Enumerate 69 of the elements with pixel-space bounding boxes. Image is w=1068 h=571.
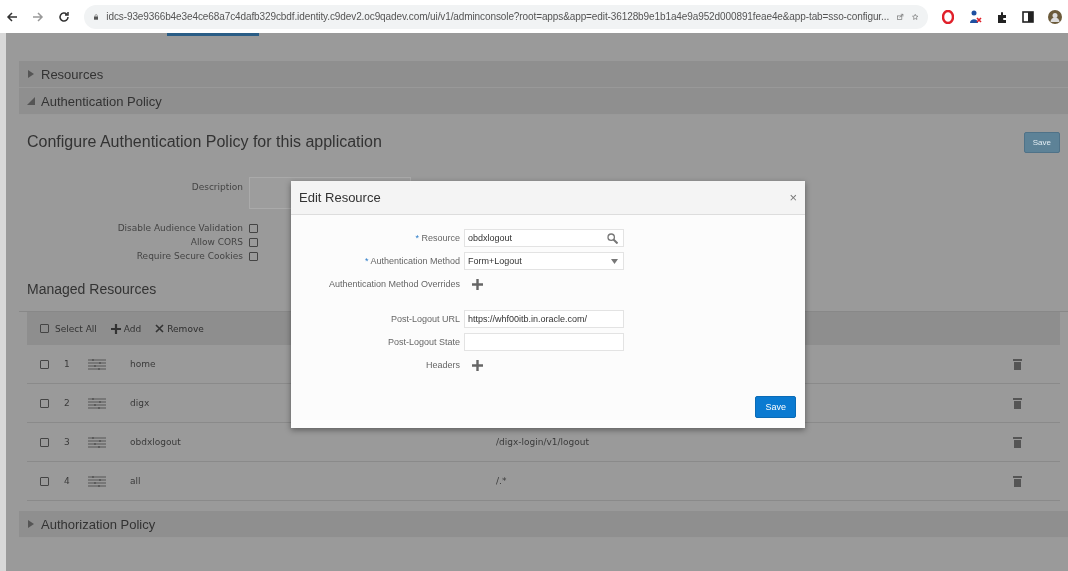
delete-icon[interactable] <box>1013 436 1022 448</box>
sliders-icon[interactable] <box>88 436 106 448</box>
row-checkbox[interactable] <box>40 437 49 447</box>
section-header[interactable]: Authentication Policy <box>19 88 1068 115</box>
reload-icon[interactable] <box>58 10 70 23</box>
side-panel-icon[interactable] <box>1022 10 1034 23</box>
resource-path: /.* <box>496 476 508 486</box>
collapse-triangle-icon <box>27 97 35 105</box>
section-header[interactable]: Resources <box>19 61 1068 88</box>
save-button[interactable]: Save <box>755 396 796 418</box>
add-button[interactable]: Add <box>110 323 142 334</box>
field-label: Post-Logout State <box>386 337 460 347</box>
resource-name: home <box>130 359 156 369</box>
add-icon[interactable] <box>472 278 483 290</box>
dialog-title: Edit Resource <box>299 190 381 205</box>
url-text: idcs-93e9366b4e3e4ce68a7c4dafb329cbdf.identity.c9dev2.oc9qadev.com/ui/v1/adminconsole?root=apps&app=edit-36128b9e1b1a4e9a952d000891feae4e&app-tab=sso-configur... <box>106 11 890 22</box>
row-checkbox[interactable] <box>40 476 49 486</box>
delete-icon[interactable] <box>1013 397 1022 409</box>
row-number: 3 <box>64 437 71 447</box>
sliders-icon[interactable] <box>88 358 106 370</box>
row-number: 4 <box>64 476 71 486</box>
row-checkbox[interactable] <box>40 359 49 369</box>
row-number: 1 <box>64 359 71 369</box>
field-label: Authentication Method Overrides <box>327 279 460 289</box>
expand-triangle-icon <box>27 520 35 528</box>
resource-path: /digx-login/v1/logout <box>496 437 591 447</box>
row-number: 2 <box>64 398 71 408</box>
method-dropdown[interactable]: Form+Logout <box>464 252 624 270</box>
field-label: * Resource <box>414 233 460 243</box>
x-icon <box>155 324 165 333</box>
option-label: Disable Audience Validation <box>116 223 243 233</box>
post-logout-url-field[interactable]: https://whf00itb.in.oracle.com/ <box>464 310 624 328</box>
field-label: Post-Logout URL <box>389 314 460 324</box>
resource-name: digx <box>130 398 150 408</box>
select-all-checkbox[interactable]: Select All <box>40 323 97 334</box>
extension-icon[interactable] <box>968 9 982 24</box>
field-label: Headers <box>424 360 460 370</box>
description-label: Description <box>190 181 243 192</box>
add-icon[interactable] <box>472 359 483 371</box>
puzzle-icon[interactable] <box>996 10 1008 23</box>
back-arrow-icon[interactable] <box>6 10 18 23</box>
expand-triangle-icon <box>27 70 35 78</box>
delete-icon[interactable] <box>1013 475 1022 487</box>
avatar-icon[interactable] <box>1048 9 1062 24</box>
section-header[interactable]: Authorization Policy <box>19 511 1068 538</box>
resource-name: obdxlogout <box>130 437 181 447</box>
section-heading: Configure Authentication Policy for this application <box>27 133 382 151</box>
checkbox[interactable] <box>249 223 258 233</box>
lock-icon <box>94 11 99 22</box>
remove-button[interactable]: Remove <box>155 323 204 334</box>
checkbox[interactable] <box>249 237 258 247</box>
resource-field[interactable]: obdxlogout <box>464 229 624 247</box>
post-logout-state-field[interactable] <box>464 333 624 351</box>
search-icon[interactable] <box>607 232 618 244</box>
close-button[interactable]: × <box>789 190 797 205</box>
option-label: Require Secure Cookies <box>135 251 243 261</box>
sliders-icon[interactable] <box>88 397 106 409</box>
row-checkbox[interactable] <box>40 398 49 408</box>
caret-icon <box>611 258 618 264</box>
forward-arrow-icon[interactable] <box>32 10 44 23</box>
address-bar[interactable]: idcs-93e9366b4e3e4ce68a7c4dafb329cbdf.identity.c9dev2.oc9qadev.com/ui/v1/adminconsole?root=apps&app=edit-36128b9e1b1a4e9a952d000891feae4e&app-tab=sso-configur... <box>84 4 928 29</box>
resource-name: all <box>130 476 141 486</box>
delete-icon[interactable] <box>1013 358 1022 370</box>
extension-icon[interactable] <box>942 9 954 24</box>
sliders-icon[interactable] <box>88 475 106 487</box>
save-button[interactable]: Save <box>1023 131 1060 153</box>
option-label: Allow CORS <box>189 237 243 247</box>
plus-icon <box>110 323 121 334</box>
checkbox[interactable] <box>249 251 258 261</box>
